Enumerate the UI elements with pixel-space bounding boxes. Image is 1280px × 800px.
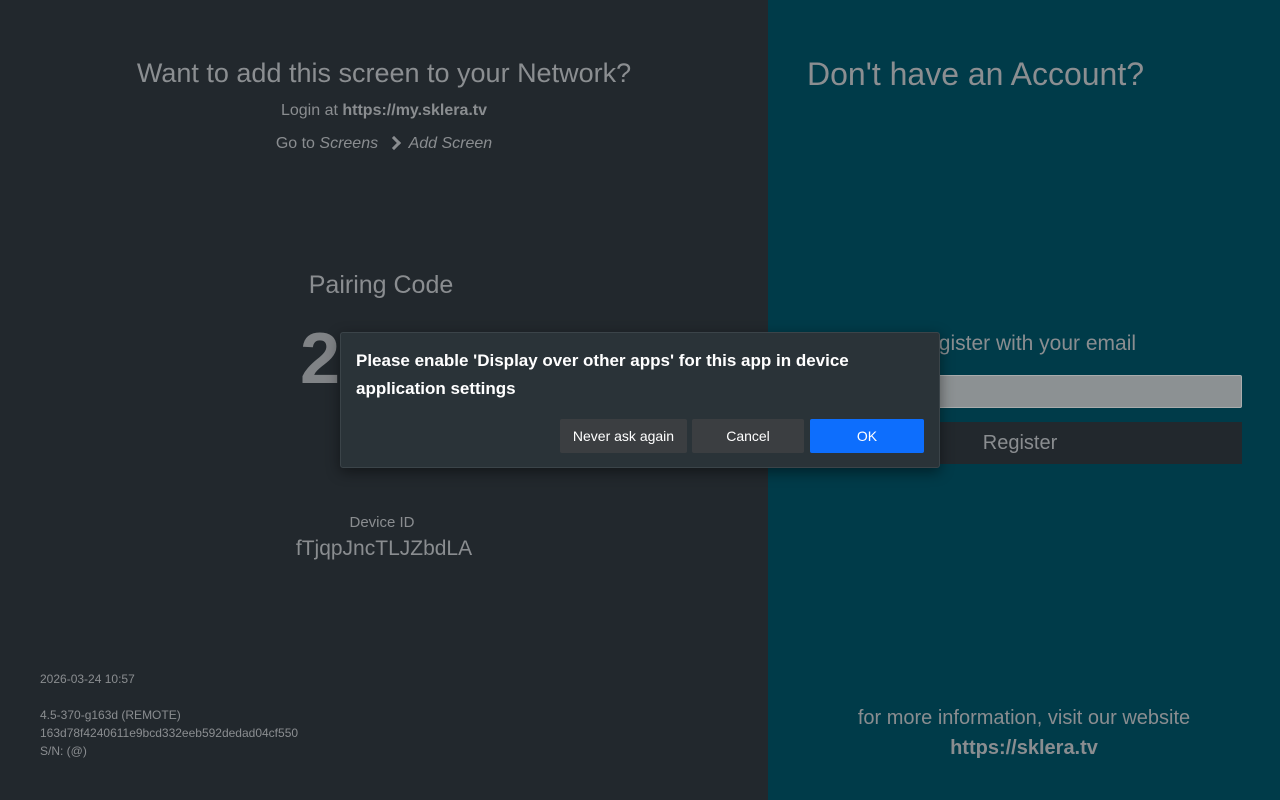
- login-url: https://my.sklera.tv: [342, 102, 488, 119]
- version: 4.5-370-g163d (REMOTE): [40, 708, 181, 722]
- login-instruction: Login at https://my.sklera.tv: [0, 102, 768, 120]
- goto-instruction: Go to Screens Add Screen: [0, 135, 768, 153]
- chevron-right-icon: [386, 136, 401, 151]
- app-root: Want to add this screen to your Network?…: [0, 0, 1280, 800]
- timestamp: 2026-03-24 10:57: [40, 672, 135, 686]
- device-id-label: Device ID: [349, 514, 415, 531]
- goto-screens: Screens: [319, 135, 379, 152]
- pairing-code-label: Pairing Code: [308, 271, 454, 299]
- serial-number: S/N: (@): [40, 744, 87, 758]
- device-id: fTjqpJncTLJZbdLA: [295, 537, 473, 560]
- more-info-text: for more information, visit our website: [857, 707, 1191, 729]
- never-ask-again-button[interactable]: Never ask again: [560, 419, 687, 453]
- dialog-message: Please enable 'Display over other apps' …: [356, 351, 849, 398]
- more-info: for more information, visit our website …: [768, 703, 1280, 763]
- account-title: Don't have an Account?: [807, 56, 1145, 92]
- commit-hash: 163d78f4240611e9bcd332eeb592dedad04cf550: [40, 726, 299, 740]
- ok-button[interactable]: OK: [810, 419, 924, 453]
- network-title: Want to add this screen to your Network?: [136, 58, 632, 88]
- login-prefix: Login at: [280, 102, 338, 119]
- cancel-button[interactable]: Cancel: [692, 419, 804, 453]
- goto-add-screen: Add Screen: [408, 135, 493, 152]
- permission-dialog: Please enable 'Display over other apps' …: [340, 332, 940, 468]
- goto-prefix: Go to: [275, 135, 315, 152]
- website-link[interactable]: https://sklera.tv: [950, 737, 1098, 759]
- build-info: 2026-03-24 10:57 4.5-370-g163d (REMOTE) …: [40, 670, 298, 760]
